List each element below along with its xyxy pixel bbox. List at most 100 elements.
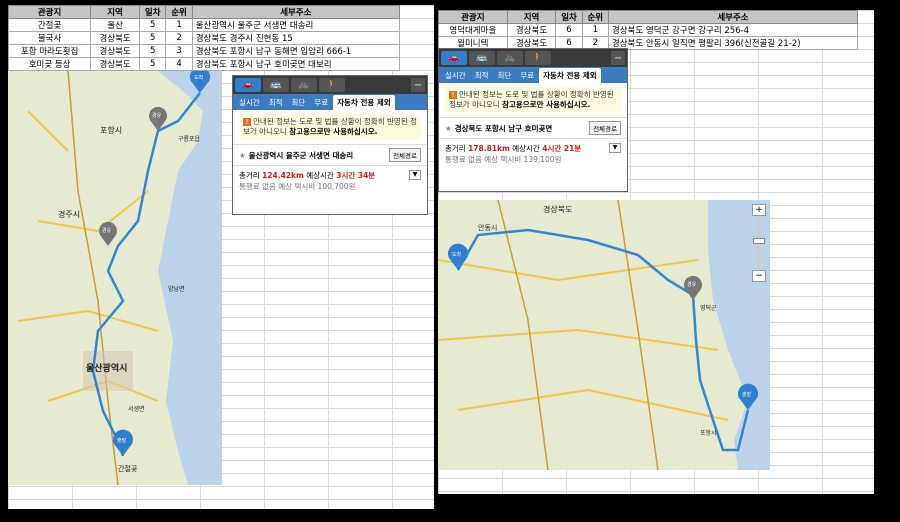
- travel-mode-bar: 🚗 🚌 🚲 🚶 −: [233, 76, 427, 94]
- full-route-button[interactable]: 전체경로: [589, 121, 621, 135]
- table-cell[interactable]: 5: [139, 18, 167, 32]
- column-header: 관광지: [438, 10, 508, 24]
- right-map-canvas[interactable]: 경상북도 안동시 영덕군 포항시 도착 출발 경유: [438, 200, 770, 470]
- table-row[interactable]: 포항 마라도횟집 경상북도 5 3 경상북도 포항시 남구 동해면 입암리 666-1: [8, 44, 401, 58]
- tab-exclude-motorway[interactable]: 자동차 전용 제외: [333, 95, 395, 110]
- star-icon[interactable]: ★: [445, 124, 452, 133]
- left-route-map[interactable]: 포항시 경주시 울산광역시 간절곶 구룡포읍 양남면 서생면 도착 출발 경유 …: [8, 71, 222, 485]
- right-route-map[interactable]: 경상북도 안동시 영덕군 포항시 도착 출발 경유 + −: [438, 200, 770, 470]
- table-cell[interactable]: 경상북도 포항시 남구 동해면 입암리 666-1: [191, 44, 401, 58]
- svg-text:도착: 도착: [194, 74, 204, 81]
- tab-optimal[interactable]: 최적: [265, 95, 287, 110]
- left-directions-panel: 🚗 🚌 🚲 🚶 − 실시간 최적 최단 무료 자동차 전용 제외 ! 안내된 정보…: [232, 75, 428, 215]
- table-row[interactable]: 영덕대게마을 경상북도 6 1 경상북도 영덕군 강구면 강구리 256-4: [438, 23, 859, 37]
- map-label: 안동시: [478, 223, 497, 232]
- table-cell[interactable]: 5: [139, 44, 167, 58]
- table-cell[interactable]: 경상북도: [506, 23, 557, 37]
- zoom-slider-handle[interactable]: [753, 238, 765, 244]
- tab-exclude-motorway[interactable]: 자동차 전용 제외: [539, 68, 601, 83]
- bike-mode-button[interactable]: 🚲: [291, 78, 317, 92]
- table-header-row: 관광지 지역 일차 순위 세부주소: [438, 10, 859, 24]
- table-cell[interactable]: 경상북도 영덕군 강구면 강구리 256-4: [607, 23, 859, 37]
- table-cell[interactable]: 5: [139, 57, 167, 71]
- destination-name: 울산광역시 울주군 서생면 대송리: [248, 150, 354, 160]
- column-header: 지역: [506, 10, 557, 24]
- car-mode-button[interactable]: 🚗: [441, 51, 467, 65]
- left-itinerary-table: 관광지 지역 일차 순위 세부주소 간절곶 울산 5 1 울산광역시 울주군 서생면 대송리 불국…: [8, 5, 401, 71]
- column-header: 지역: [90, 5, 141, 19]
- map-label: 울산광역시: [86, 362, 127, 374]
- total-distance: 178.81km: [468, 144, 510, 153]
- table-cell[interactable]: 울산: [90, 18, 141, 32]
- zoom-out-button[interactable]: −: [752, 270, 766, 282]
- table-cell[interactable]: 불국사: [8, 31, 92, 45]
- table-cell[interactable]: 영덕대게마을: [438, 23, 508, 37]
- table-cell[interactable]: 1: [165, 18, 193, 32]
- zoom-in-button[interactable]: +: [752, 204, 766, 216]
- column-header: 세부주소: [191, 5, 401, 19]
- tab-optimal[interactable]: 최적: [471, 68, 493, 83]
- tab-realtime[interactable]: 실시간: [441, 68, 470, 83]
- svg-text:경유: 경유: [102, 227, 112, 234]
- zoom-slider[interactable]: [753, 218, 765, 268]
- table-cell[interactable]: 울산광역시 울주군 서생면 대송리: [191, 18, 401, 32]
- chevron-down-icon[interactable]: ▼: [609, 143, 621, 153]
- tab-free[interactable]: 무료: [516, 68, 538, 83]
- table-cell[interactable]: 호미곶 등상: [8, 57, 92, 71]
- tab-realtime[interactable]: 실시간: [235, 95, 264, 110]
- table-cell[interactable]: 3: [165, 44, 193, 58]
- table-row[interactable]: 호미곶 등상 경상북도 5 4 경상북도 포항시 남구 호미곶면 대보리: [8, 57, 401, 71]
- route-summary: ▼ 총거리 124.42km 예상시간 3시간 34분 통행료 없음 예상 택시…: [233, 166, 427, 196]
- column-header: 일차: [555, 10, 583, 24]
- table-cell[interactable]: 간절곶: [8, 18, 92, 32]
- table-row[interactable]: 간절곶 울산 5 1 울산광역시 울주군 서생면 대송리: [8, 18, 401, 32]
- walk-mode-button[interactable]: 🚶: [525, 51, 551, 65]
- table-cell[interactable]: 4: [165, 57, 193, 71]
- full-route-button[interactable]: 전체경로: [389, 148, 421, 162]
- star-icon[interactable]: ★: [239, 151, 246, 160]
- right-directions-panel: 🚗 🚌 🚲 🚶 − 실시간 최적 최단 무료 자동차 전용 제외 ! 안내된 정보…: [438, 48, 628, 192]
- car-mode-button[interactable]: 🚗: [235, 78, 261, 92]
- svg-text:경유: 경유: [152, 112, 162, 119]
- walk-mode-button[interactable]: 🚶: [319, 78, 345, 92]
- map-label: 경주시: [58, 209, 80, 219]
- tab-free[interactable]: 무료: [310, 95, 332, 110]
- map-label: 양남면: [168, 285, 185, 293]
- tab-shortest[interactable]: 최단: [494, 68, 516, 83]
- svg-text:도착: 도착: [452, 251, 462, 258]
- chevron-down-icon[interactable]: ▼: [409, 170, 421, 180]
- estimated-time: 4시간 21분: [542, 144, 582, 153]
- table-cell[interactable]: 5: [139, 31, 167, 45]
- table-cell[interactable]: 경상북도: [90, 57, 141, 71]
- table-cell[interactable]: 경상북도: [90, 44, 141, 58]
- table-cell[interactable]: 1: [581, 23, 609, 37]
- warning-icon: !: [243, 118, 251, 126]
- tab-shortest[interactable]: 최단: [288, 95, 310, 110]
- bike-mode-button[interactable]: 🚲: [497, 51, 523, 65]
- table-cell[interactable]: 6: [555, 23, 583, 37]
- bus-mode-button[interactable]: 🚌: [263, 78, 289, 92]
- map-label: 포항시: [700, 429, 717, 437]
- left-map-canvas[interactable]: 포항시 경주시 울산광역시 간절곶 구룡포읍 양남면 서생면 도착 출발 경유 …: [8, 71, 222, 485]
- table-cell[interactable]: 경상북도 포항시 남구 호미곶면 대보리: [191, 57, 401, 71]
- table-cell[interactable]: 경상북도 안동시 일직면 평팔리 396(신전골길 21-2): [607, 36, 859, 50]
- close-icon[interactable]: −: [611, 51, 625, 65]
- table-cell[interactable]: 2: [165, 31, 193, 45]
- route-option-tabs: 실시간 최적 최단 무료 자동차 전용 제외: [233, 94, 427, 110]
- destination-row: ★ 울산광역시 울주군 서생면 대송리 전체경로: [233, 144, 427, 166]
- disclaimer-notice: ! 안내된 정보는 도로 및 법률 상황이 정확히 반영된 정보가 아니오니 참고…: [445, 87, 621, 113]
- column-header: 일차: [139, 5, 167, 19]
- close-icon[interactable]: −: [411, 78, 425, 92]
- map-label: 간절곶: [118, 464, 138, 473]
- svg-text:경유: 경유: [687, 281, 697, 288]
- zoom-control: + −: [752, 204, 766, 304]
- table-cell[interactable]: 경상북도: [90, 31, 141, 45]
- column-header: 세부주소: [607, 10, 859, 24]
- table-cell[interactable]: 경상북도 경주시 진현동 15: [191, 31, 401, 45]
- bus-mode-button[interactable]: 🚌: [469, 51, 495, 65]
- table-header-row: 관광지 지역 일차 순위 세부주소: [8, 5, 401, 19]
- map-label: 포항시: [100, 126, 122, 135]
- map-label: 구룡포읍: [178, 136, 201, 143]
- table-cell[interactable]: 포항 마라도횟집: [8, 44, 92, 58]
- table-row[interactable]: 불국사 경상북도 5 2 경상북도 경주시 진현동 15: [8, 31, 401, 45]
